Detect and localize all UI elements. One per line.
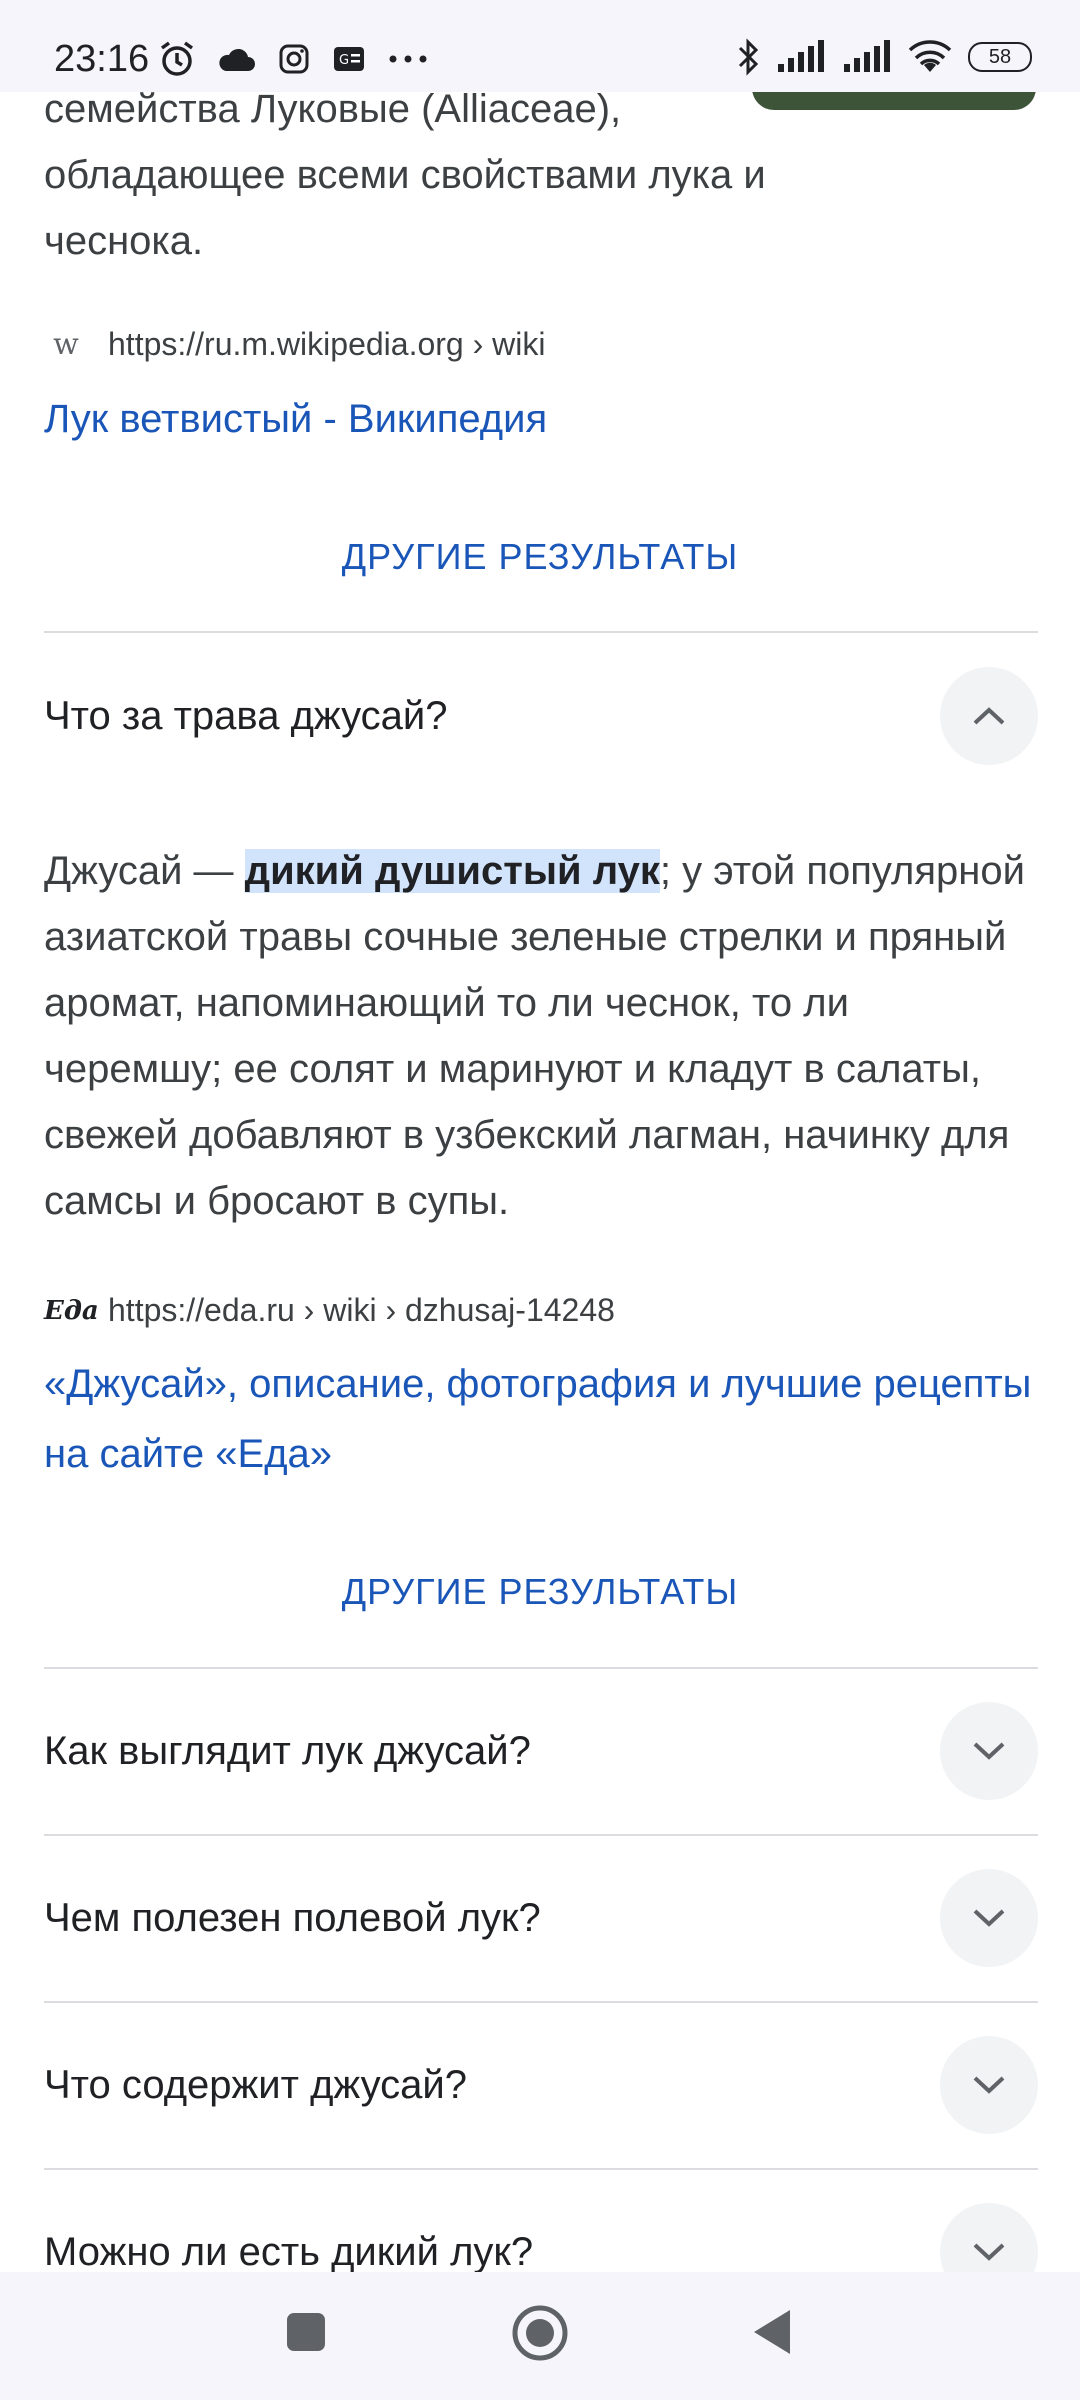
chevron-down-icon[interactable] bbox=[940, 1869, 1038, 1967]
eda-favicon-icon: Еда bbox=[44, 1295, 99, 1326]
result-url: https://eda.ru › wiki › dzhusaj-14248 bbox=[108, 1292, 615, 1328]
chevron-down-icon[interactable] bbox=[940, 2036, 1038, 2134]
status-bar: 23:16 G 58 bbox=[0, 0, 1080, 92]
back-icon[interactable] bbox=[752, 2308, 792, 2356]
faq-question-text: Чем полезен полевой лук? bbox=[44, 1895, 541, 1940]
result-title-link[interactable]: Лук ветвистый - Википедия bbox=[44, 384, 1038, 454]
faq-question[interactable]: Чем полезен полевой лук? bbox=[44, 1868, 1038, 1968]
result-citation: Еда https://eda.ru › wiki › dzhusaj-1424… bbox=[44, 1292, 1038, 1329]
wikipedia-favicon-icon: w bbox=[53, 327, 79, 362]
more-results-button[interactable]: ДРУГИЕ РЕЗУЛЬТАТЫ bbox=[0, 536, 1080, 578]
alarm-icon bbox=[160, 41, 194, 76]
news-icon: G bbox=[334, 47, 364, 71]
more-results-button[interactable]: ДРУГИЕ РЕЗУЛЬТАТЫ bbox=[0, 1571, 1080, 1613]
divider bbox=[44, 631, 1038, 633]
chevron-down-icon[interactable] bbox=[940, 1702, 1038, 1800]
divider bbox=[44, 2168, 1038, 2170]
battery-icon: 58 bbox=[968, 42, 1032, 72]
signal-icon bbox=[844, 40, 890, 72]
status-time: 23:16 bbox=[54, 38, 150, 80]
faq-question-expanded[interactable]: Что за трава джусай? bbox=[44, 666, 1038, 766]
signal-icon bbox=[778, 40, 824, 72]
wifi-icon bbox=[908, 40, 952, 72]
snippet-line: обладающее всеми свойствами лука и bbox=[44, 153, 766, 197]
divider bbox=[44, 1834, 1038, 1836]
answer-rest: ; у этой популярной азиатской травы сочн… bbox=[44, 849, 1025, 1223]
navigation-bar bbox=[0, 2272, 1080, 2400]
answer-prefix: Джусай — bbox=[44, 849, 245, 893]
instagram-icon bbox=[279, 44, 309, 74]
faq-question-text: Что за трава джусай? bbox=[44, 693, 448, 738]
chevron-up-icon[interactable] bbox=[940, 667, 1038, 765]
more-icon bbox=[389, 55, 427, 63]
bluetooth-icon bbox=[738, 38, 759, 76]
home-icon[interactable] bbox=[511, 2304, 569, 2362]
faq-question[interactable]: Что содержит джусай? bbox=[44, 2035, 1038, 2135]
result-title-link[interactable]: «Джусай», описание, фотография и лучшие … bbox=[44, 1349, 1038, 1489]
result-citation: w https://ru.m.wikipedia.org › wiki bbox=[44, 326, 1038, 363]
svg-text:G: G bbox=[339, 53, 349, 68]
status-icons-left: G bbox=[158, 40, 428, 78]
answer-highlight: дикий душистый лук bbox=[244, 849, 660, 893]
faq-question-text: Как выглядит лук джусай? bbox=[44, 1728, 531, 1773]
faq-question-text: Можно ли есть дикий лук? bbox=[44, 2229, 534, 2274]
cloud-icon bbox=[219, 48, 255, 71]
faq-answer: Джусай — дикий душистый лук; у этой попу… bbox=[44, 838, 1038, 1234]
faq-question-text: Что содержит джусай? bbox=[44, 2062, 468, 2107]
snippet-line: чеснока. bbox=[44, 219, 204, 263]
result-url: https://ru.m.wikipedia.org › wiki bbox=[108, 326, 546, 362]
divider bbox=[44, 1667, 1038, 1669]
divider bbox=[44, 2001, 1038, 2003]
recents-icon[interactable] bbox=[286, 2312, 326, 2352]
faq-question[interactable]: Как выглядит лук джусай? bbox=[44, 1701, 1038, 1801]
status-icons-right: 58 bbox=[736, 38, 1032, 76]
